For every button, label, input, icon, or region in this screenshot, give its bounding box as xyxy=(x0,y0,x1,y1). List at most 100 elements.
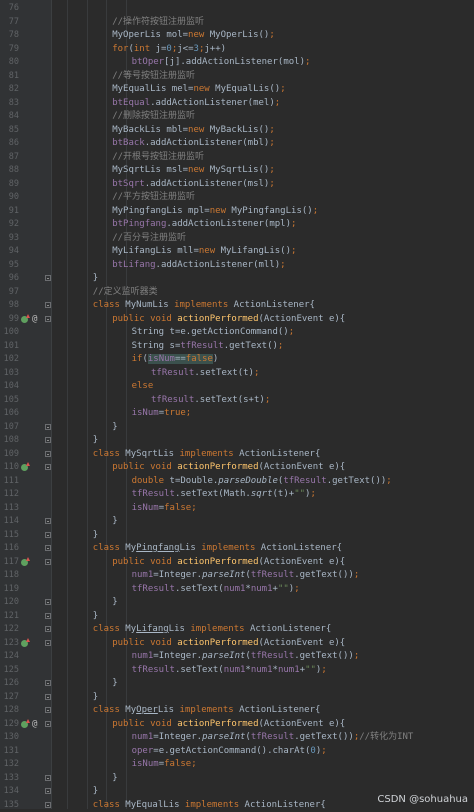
code-line[interactable]: 109class MySqrtLis implements ActionList… xyxy=(0,448,474,462)
code-line[interactable]: 90//平方按钮注册监听 xyxy=(0,191,474,205)
code-line[interactable]: 119tfResult.setText(num1*num1+""); xyxy=(0,583,474,597)
code-line[interactable]: 89btSqrt.addActionListener(msl); xyxy=(0,178,474,192)
fold-toggle-icon[interactable] xyxy=(45,802,51,808)
code-line[interactable]: 113isNum=false; xyxy=(0,502,474,516)
code-line[interactable]: 100String t=e.getActionCommand(); xyxy=(0,326,474,340)
code-line[interactable]: 81//等号按钮注册监听 xyxy=(0,70,474,84)
code-line[interactable]: 87//开根号按钮注册监听 xyxy=(0,151,474,165)
code-line[interactable]: 112tfResult.setText(Math.sqrt(t)+""); xyxy=(0,488,474,502)
code-text: for(int j=0;j<=3;j++) xyxy=(112,43,226,57)
code-line[interactable]: 118num1=Integer.parseInt(tfResult.getTex… xyxy=(0,569,474,583)
code-line[interactable]: 84//删除按钮注册监听 xyxy=(0,110,474,124)
code-token: } xyxy=(93,692,98,702)
code-line[interactable]: 76 xyxy=(0,2,474,16)
code-text: btEqual.addActionListener(mel); xyxy=(112,97,280,111)
code-line[interactable]: 77//操作符按钮注册监听 xyxy=(0,16,474,30)
code-line[interactable]: 133} xyxy=(0,772,474,786)
fold-toggle-icon[interactable] xyxy=(45,613,51,619)
code-line[interactable]: 93//百分号注册监听 xyxy=(0,232,474,246)
code-line[interactable]: 91MyPingfangLis mpl=new MyPingfangLis(); xyxy=(0,205,474,219)
code-line[interactable]: 96} xyxy=(0,272,474,286)
annotation-at-icon[interactable]: @ xyxy=(32,718,37,732)
code-line[interactable]: 108} xyxy=(0,434,474,448)
fold-toggle-icon[interactable] xyxy=(45,640,51,646)
code-line[interactable]: 122class MyLifangLis implements ActionLi… xyxy=(0,623,474,637)
fold-toggle-icon[interactable] xyxy=(45,788,51,794)
code-editor[interactable]: 7677//操作符按钮注册监听78MyOperLis mol=new MyOpe… xyxy=(0,0,474,809)
code-line[interactable]: 86btBack.addActionListener(mbl); xyxy=(0,137,474,151)
code-line[interactable]: 94MyLifangLis mll=new MyLifangLis(); xyxy=(0,245,474,259)
code-line[interactable]: 106isNum=true; xyxy=(0,407,474,421)
code-line[interactable]: 132isNum=false; xyxy=(0,758,474,772)
code-line[interactable]: 92btPingfang.addActionListener(mpl); xyxy=(0,218,474,232)
code-line[interactable]: 130num1=Integer.parseInt(tfResult.getTex… xyxy=(0,731,474,745)
fold-toggle-icon[interactable] xyxy=(45,545,51,551)
code-line[interactable]: 82MyEqualLis mel=new MyEqualLis(); xyxy=(0,83,474,97)
code-line[interactable]: 104else xyxy=(0,380,474,394)
code-line[interactable]: 107} xyxy=(0,421,474,435)
code-line[interactable]: 85MyBackLis mbl=new MyBackLis(); xyxy=(0,124,474,138)
code-line[interactable]: 102if(isNum==false) xyxy=(0,353,474,367)
code-line[interactable]: 79for(int j=0;j<=3;j++) xyxy=(0,43,474,57)
fold-toggle-icon[interactable] xyxy=(45,451,51,457)
code-text: btOper[j].addActionListener(mol); xyxy=(132,56,311,70)
implements-method-icon[interactable] xyxy=(21,464,28,471)
code-line[interactable]: 115} xyxy=(0,529,474,543)
code-line[interactable]: 110public void actionPerformed(ActionEve… xyxy=(0,461,474,475)
fold-toggle-icon[interactable] xyxy=(45,775,51,781)
fold-toggle-icon[interactable] xyxy=(45,559,51,565)
line-number: 106 xyxy=(0,407,19,421)
fold-toggle-icon[interactable] xyxy=(45,437,51,443)
code-line[interactable]: 129@public void actionPerformed(ActionEv… xyxy=(0,718,474,732)
implements-method-icon[interactable] xyxy=(21,721,28,728)
code-line[interactable]: 131oper=e.getActionCommand().charAt(0); xyxy=(0,745,474,759)
fold-toggle-icon[interactable] xyxy=(45,680,51,686)
code-line[interactable]: 128class MyOperLis implements ActionList… xyxy=(0,704,474,718)
fold-toggle-icon[interactable] xyxy=(45,275,51,281)
implements-method-icon[interactable] xyxy=(21,559,28,566)
code-token: tfResult xyxy=(132,584,175,594)
code-line[interactable]: 95btLifang.addActionListener(mll); xyxy=(0,259,474,273)
code-line[interactable]: 116class MyPingfangLis implements Action… xyxy=(0,542,474,556)
code-token: .addActionListener(mbl) xyxy=(145,138,270,148)
fold-toggle-icon[interactable] xyxy=(45,599,51,605)
code-line[interactable]: 125tfResult.setText(num1*num1*num1+""); xyxy=(0,664,474,678)
code-line[interactable]: 117public void actionPerformed(ActionEve… xyxy=(0,556,474,570)
code-line[interactable]: 83 btEqual.addActionListener(mel); xyxy=(0,97,474,111)
fold-toggle-icon[interactable] xyxy=(45,518,51,524)
fold-toggle-icon[interactable] xyxy=(45,302,51,308)
code-line[interactable]: 78MyOperLis mol=new MyOperLis(); xyxy=(0,29,474,43)
code-line[interactable]: 123public void actionPerformed(ActionEve… xyxy=(0,637,474,651)
code-line[interactable]: 124num1=Integer.parseInt(tfResult.getTex… xyxy=(0,650,474,664)
code-text: public void actionPerformed(ActionEvent … xyxy=(112,718,345,732)
code-line[interactable]: 101String s=tfResult.getText(); xyxy=(0,340,474,354)
code-line[interactable]: 80btOper[j].addActionListener(mol); xyxy=(0,56,474,70)
line-number: 83 xyxy=(0,97,19,111)
fold-toggle-icon[interactable] xyxy=(45,707,51,713)
fold-toggle-icon[interactable] xyxy=(45,424,51,430)
implements-method-icon[interactable] xyxy=(21,640,28,647)
code-line[interactable]: 114} xyxy=(0,515,474,529)
line-number: 135 xyxy=(0,799,19,812)
code-text: } xyxy=(93,529,98,543)
code-line[interactable]: 99@public void actionPerformed(ActionEve… xyxy=(0,313,474,327)
fold-toggle-icon[interactable] xyxy=(45,626,51,632)
annotation-at-icon[interactable]: @ xyxy=(32,313,37,327)
code-line[interactable]: 88MySqrtLis msl=new MySqrtLis(); xyxy=(0,164,474,178)
code-line[interactable]: 121} xyxy=(0,610,474,624)
fold-toggle-icon[interactable] xyxy=(45,316,51,322)
code-line[interactable]: 127} xyxy=(0,691,474,705)
implements-method-icon[interactable] xyxy=(21,316,28,323)
code-line[interactable]: 105tfResult.setText(s+t); xyxy=(0,394,474,408)
fold-toggle-icon[interactable] xyxy=(45,464,51,470)
code-line[interactable]: 103tfResult.setText(t); xyxy=(0,367,474,381)
code-line[interactable]: 97//定义监听器类 xyxy=(0,286,474,300)
code-line[interactable]: 120} xyxy=(0,596,474,610)
fold-toggle-icon[interactable] xyxy=(45,532,51,538)
code-line[interactable]: 98class MyNumLis implements ActionListen… xyxy=(0,299,474,313)
line-number: 127 xyxy=(0,691,19,705)
fold-toggle-icon[interactable] xyxy=(45,721,51,727)
code-line[interactable]: 111double t=Double.parseDouble(tfResult.… xyxy=(0,475,474,489)
code-line[interactable]: 126} xyxy=(0,677,474,691)
fold-toggle-icon[interactable] xyxy=(45,694,51,700)
